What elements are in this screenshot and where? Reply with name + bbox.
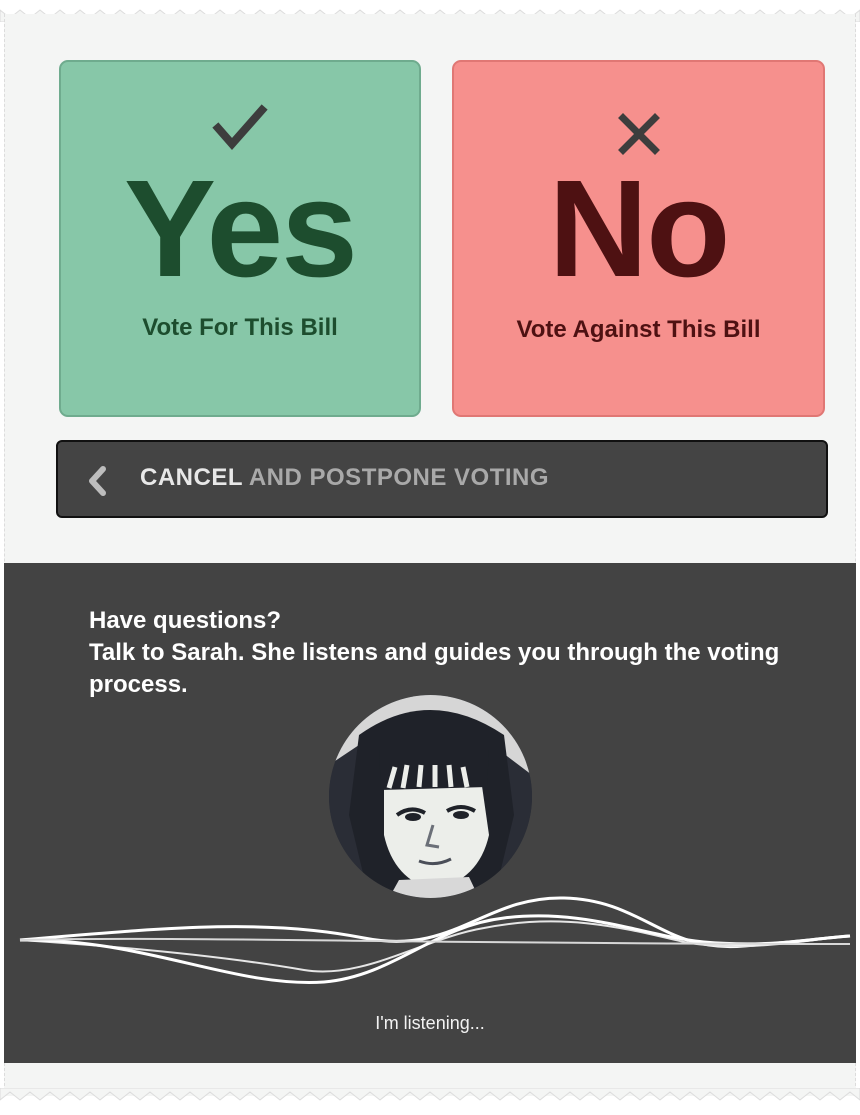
- voice-assistant-panel: Have questions? Talk to Sarah. She liste…: [4, 563, 856, 1063]
- vote-no-button[interactable]: No Vote Against This Bill: [452, 60, 825, 417]
- sarah-avatar[interactable]: [329, 695, 532, 898]
- cancel-label: CANCEL AND POSTPONE VOTING: [140, 464, 549, 492]
- cancel-label-strong: CANCEL: [140, 464, 243, 491]
- vote-yes-button[interactable]: Yes Vote For This Bill: [59, 60, 421, 417]
- listening-status: I'm listening...: [375, 1013, 485, 1033]
- cancel-postpone-button[interactable]: CANCEL AND POSTPONE VOTING: [56, 440, 828, 518]
- cancel-label-rest: AND POSTPONE VOTING: [248, 464, 550, 491]
- vote-no-description: Vote Against This Bill: [516, 316, 761, 343]
- sarah-portrait: [329, 695, 532, 898]
- assistant-prompt: Have questions? Talk to Sarah. She liste…: [89, 605, 809, 701]
- chevron-left-icon: [89, 466, 106, 496]
- checkmark-icon: [212, 104, 268, 151]
- vote-yes-label: Yes: [124, 152, 358, 306]
- vote-no-label: No: [548, 152, 731, 306]
- x-icon: [617, 113, 660, 155]
- assistant-prompt-body: Talk to Sarah. She listens and guides yo…: [89, 639, 780, 698]
- assistant-prompt-heading: Have questions?: [89, 607, 282, 634]
- torn-edge-bottom: [0, 1088, 860, 1101]
- vote-yes-description: Vote For This Bill: [142, 314, 338, 341]
- voice-waveform: [19, 896, 851, 984]
